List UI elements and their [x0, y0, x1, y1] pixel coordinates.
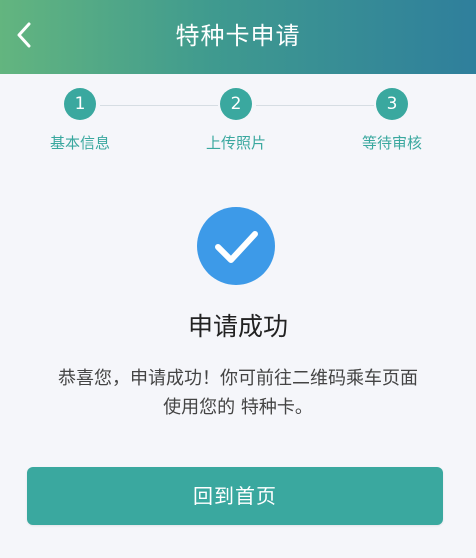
check-circle-icon [197, 207, 275, 285]
success-message-line-1: 恭喜您，申请成功！你可前往二维码乘车页面 [58, 368, 418, 389]
step-number: 1 [64, 88, 96, 120]
page-title: 特种卡申请 [175, 22, 301, 50]
success-title: 申请成功 [187, 312, 288, 341]
step-label: 上传照片 [205, 134, 266, 152]
step-label: 等待审核 [361, 134, 422, 152]
back-to-home-button[interactable]: 回到首页 [27, 467, 443, 525]
app-screen: 特种卡申请 1 基本信息 2 上传照片 3 等待审核 申请成功 恭喜您，申请成功… [0, 0, 476, 558]
top-bar: 特种卡申请 [0, 0, 476, 74]
step-basic-info: 1 基本信息 [30, 88, 130, 153]
step-await-review: 3 等待审核 [342, 88, 442, 153]
progress-stepper: 1 基本信息 2 上传照片 3 等待审核 [0, 88, 476, 160]
step-label: 基本信息 [49, 134, 110, 152]
step-number: 3 [376, 88, 408, 120]
step-upload-photo: 2 上传照片 [186, 88, 286, 153]
success-message-line-2: 使用您的 特种卡。 [163, 397, 313, 418]
step-number: 2 [220, 88, 252, 120]
success-message: 恭喜您，申请成功！你可前往二维码乘车页面 使用您的 特种卡。 [20, 364, 456, 422]
